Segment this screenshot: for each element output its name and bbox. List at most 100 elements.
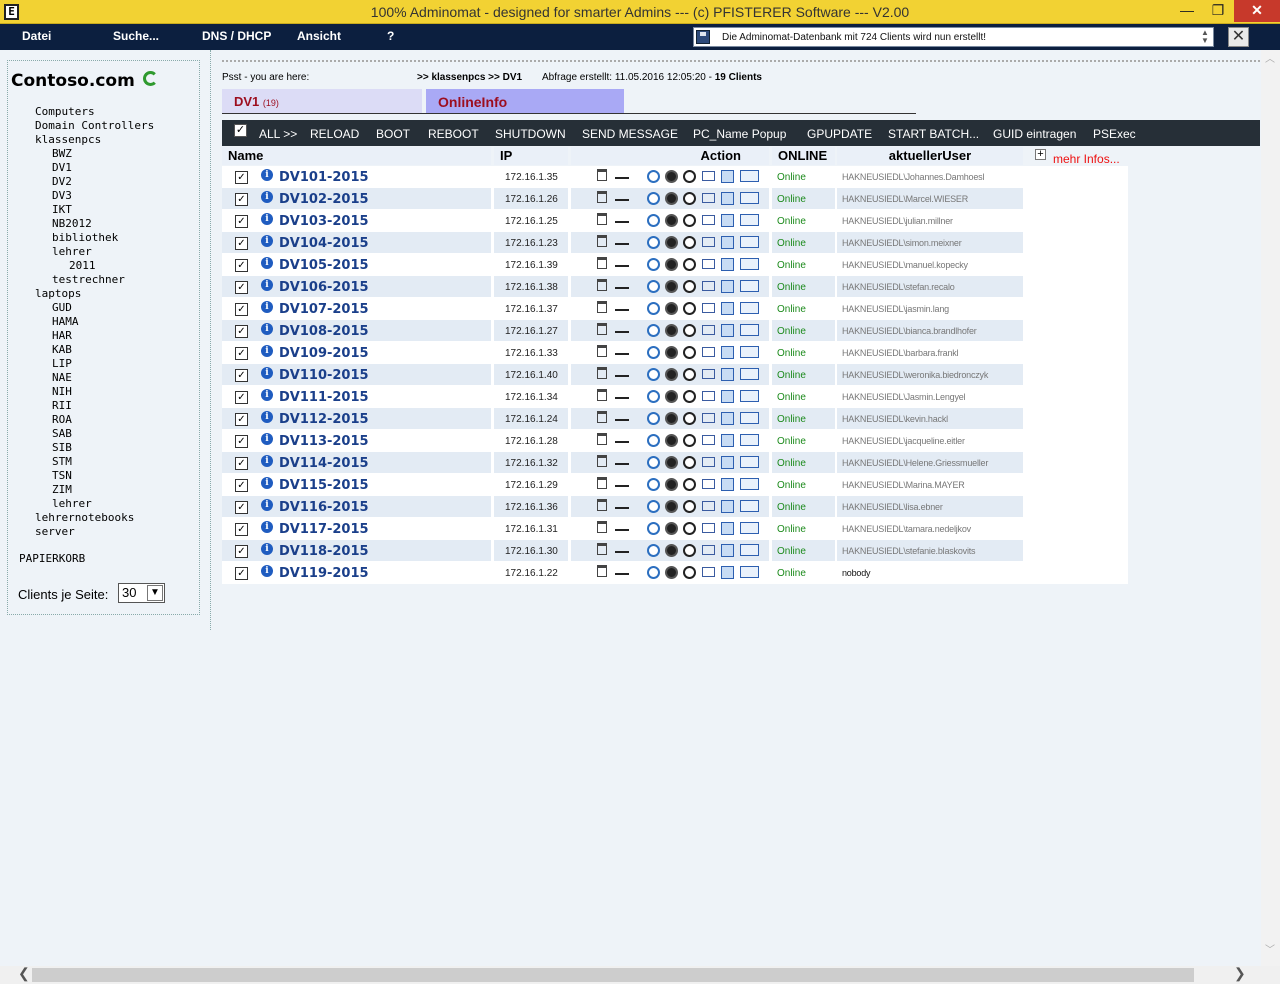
menu-ansicht[interactable]: Ansicht: [297, 29, 341, 43]
mail-icon[interactable]: [702, 523, 715, 533]
power-icon[interactable]: [647, 302, 660, 315]
tree-item[interactable]: KAB: [52, 343, 72, 356]
tree-item[interactable]: bibliothek: [52, 231, 118, 244]
settings-icon[interactable]: [683, 302, 696, 315]
remote-desktop-icon[interactable]: [721, 566, 734, 579]
remote-desktop-icon[interactable]: [721, 214, 734, 227]
toolbar-psexec[interactable]: PSExec: [1093, 127, 1136, 141]
settings-icon[interactable]: [683, 368, 696, 381]
mail-icon[interactable]: [702, 501, 715, 511]
tree-item[interactable]: Computers: [35, 105, 95, 118]
mail-icon[interactable]: [702, 193, 715, 203]
power-icon[interactable]: [647, 170, 660, 183]
gear-icon[interactable]: [665, 192, 678, 205]
gear-icon[interactable]: [665, 214, 678, 227]
info-icon[interactable]: i: [261, 499, 273, 511]
remote-desktop-icon[interactable]: [721, 280, 734, 293]
console-window-icon[interactable]: [740, 566, 759, 578]
gear-icon[interactable]: [665, 258, 678, 271]
tree-item[interactable]: LIP: [52, 357, 72, 370]
info-icon[interactable]: i: [261, 191, 273, 203]
settings-icon[interactable]: [683, 478, 696, 491]
tree-item[interactable]: GUD: [52, 301, 72, 314]
tree-item[interactable]: STM: [52, 455, 72, 468]
tree-item[interactable]: HAMA: [52, 315, 79, 328]
info-icon[interactable]: i: [261, 279, 273, 291]
console-window-icon[interactable]: [740, 236, 759, 248]
tree-item[interactable]: RII: [52, 399, 72, 412]
power-icon[interactable]: [647, 544, 660, 557]
move-arrow-icon[interactable]: [615, 346, 629, 355]
trash-icon[interactable]: [597, 389, 607, 401]
computer-name-link[interactable]: DV110-2015: [279, 368, 369, 383]
console-window-icon[interactable]: [740, 456, 759, 468]
tree-item[interactable]: ZIM: [52, 483, 72, 496]
tree-item[interactable]: NB2012: [52, 217, 92, 230]
power-icon[interactable]: [647, 346, 660, 359]
mail-icon[interactable]: [702, 237, 715, 247]
computer-name-link[interactable]: DV108-2015: [279, 324, 369, 339]
console-window-icon[interactable]: [740, 346, 759, 358]
tree-item[interactable]: SIB: [52, 441, 72, 454]
minimize-button[interactable]: —: [1172, 0, 1202, 22]
trash-icon[interactable]: [597, 367, 607, 379]
power-icon[interactable]: [647, 522, 660, 535]
gear-icon[interactable]: [665, 390, 678, 403]
row-checkbox[interactable]: ✓: [235, 391, 248, 404]
trash-icon[interactable]: [597, 411, 607, 423]
mail-icon[interactable]: [702, 215, 715, 225]
settings-icon[interactable]: [683, 214, 696, 227]
row-checkbox[interactable]: ✓: [235, 457, 248, 470]
power-icon[interactable]: [647, 258, 660, 271]
trash-icon[interactable]: [597, 191, 607, 203]
row-checkbox[interactable]: ✓: [235, 567, 248, 580]
tree-item[interactable]: lehrer: [52, 497, 92, 510]
console-window-icon[interactable]: [740, 478, 759, 490]
console-window-icon[interactable]: [740, 500, 759, 512]
trash-icon[interactable]: [597, 257, 607, 269]
tree-item[interactable]: SAB: [52, 427, 72, 440]
toolbar-gpupdate[interactable]: GPUPDATE: [807, 127, 872, 141]
trash-link[interactable]: PAPIERKORB: [19, 552, 85, 565]
gear-icon[interactable]: [665, 368, 678, 381]
power-icon[interactable]: [647, 368, 660, 381]
computer-name-link[interactable]: DV111-2015: [279, 390, 369, 405]
settings-icon[interactable]: [683, 434, 696, 447]
trash-icon[interactable]: [597, 565, 607, 577]
computer-name-link[interactable]: DV106-2015: [279, 280, 369, 295]
row-checkbox[interactable]: ✓: [235, 501, 248, 514]
tab-dv1[interactable]: DV1 (19): [222, 89, 422, 113]
gear-icon[interactable]: [665, 434, 678, 447]
mail-icon[interactable]: [702, 457, 715, 467]
chevron-down-icon[interactable]: ▼: [147, 585, 163, 601]
trash-icon[interactable]: [597, 323, 607, 335]
trash-icon[interactable]: [597, 345, 607, 357]
mail-icon[interactable]: [702, 303, 715, 313]
toolbar-guid-eintragen[interactable]: GUID eintragen: [993, 127, 1076, 141]
settings-icon[interactable]: [683, 258, 696, 271]
computer-name-link[interactable]: DV117-2015: [279, 522, 369, 537]
tree-item[interactable]: DV1: [52, 161, 72, 174]
tree-item[interactable]: HAR: [52, 329, 72, 342]
tree-item[interactable]: laptops: [35, 287, 81, 300]
scroll-up-icon[interactable]: ︿: [1265, 50, 1275, 65]
settings-icon[interactable]: [683, 346, 696, 359]
remote-desktop-icon[interactable]: [721, 192, 734, 205]
console-window-icon[interactable]: [740, 544, 759, 556]
gear-icon[interactable]: [665, 566, 678, 579]
info-icon[interactable]: i: [261, 169, 273, 181]
row-checkbox[interactable]: ✓: [235, 303, 248, 316]
toolbar-pc-name-popup[interactable]: PC_Name Popup: [693, 127, 786, 141]
computer-name-link[interactable]: DV116-2015: [279, 500, 369, 515]
console-window-icon[interactable]: [740, 412, 759, 424]
tree-item[interactable]: lehrer: [52, 245, 92, 258]
computer-name-link[interactable]: DV102-2015: [279, 192, 369, 207]
info-icon[interactable]: i: [261, 323, 273, 335]
power-icon[interactable]: [647, 214, 660, 227]
expand-icon[interactable]: +: [1035, 149, 1046, 160]
horizontal-scrollbar[interactable]: ❮ ❯: [0, 965, 1280, 984]
trash-icon[interactable]: [597, 213, 607, 225]
computer-name-link[interactable]: DV114-2015: [279, 456, 369, 471]
menu-dns-dhcp[interactable]: DNS / DHCP: [202, 29, 271, 43]
power-icon[interactable]: [647, 390, 660, 403]
